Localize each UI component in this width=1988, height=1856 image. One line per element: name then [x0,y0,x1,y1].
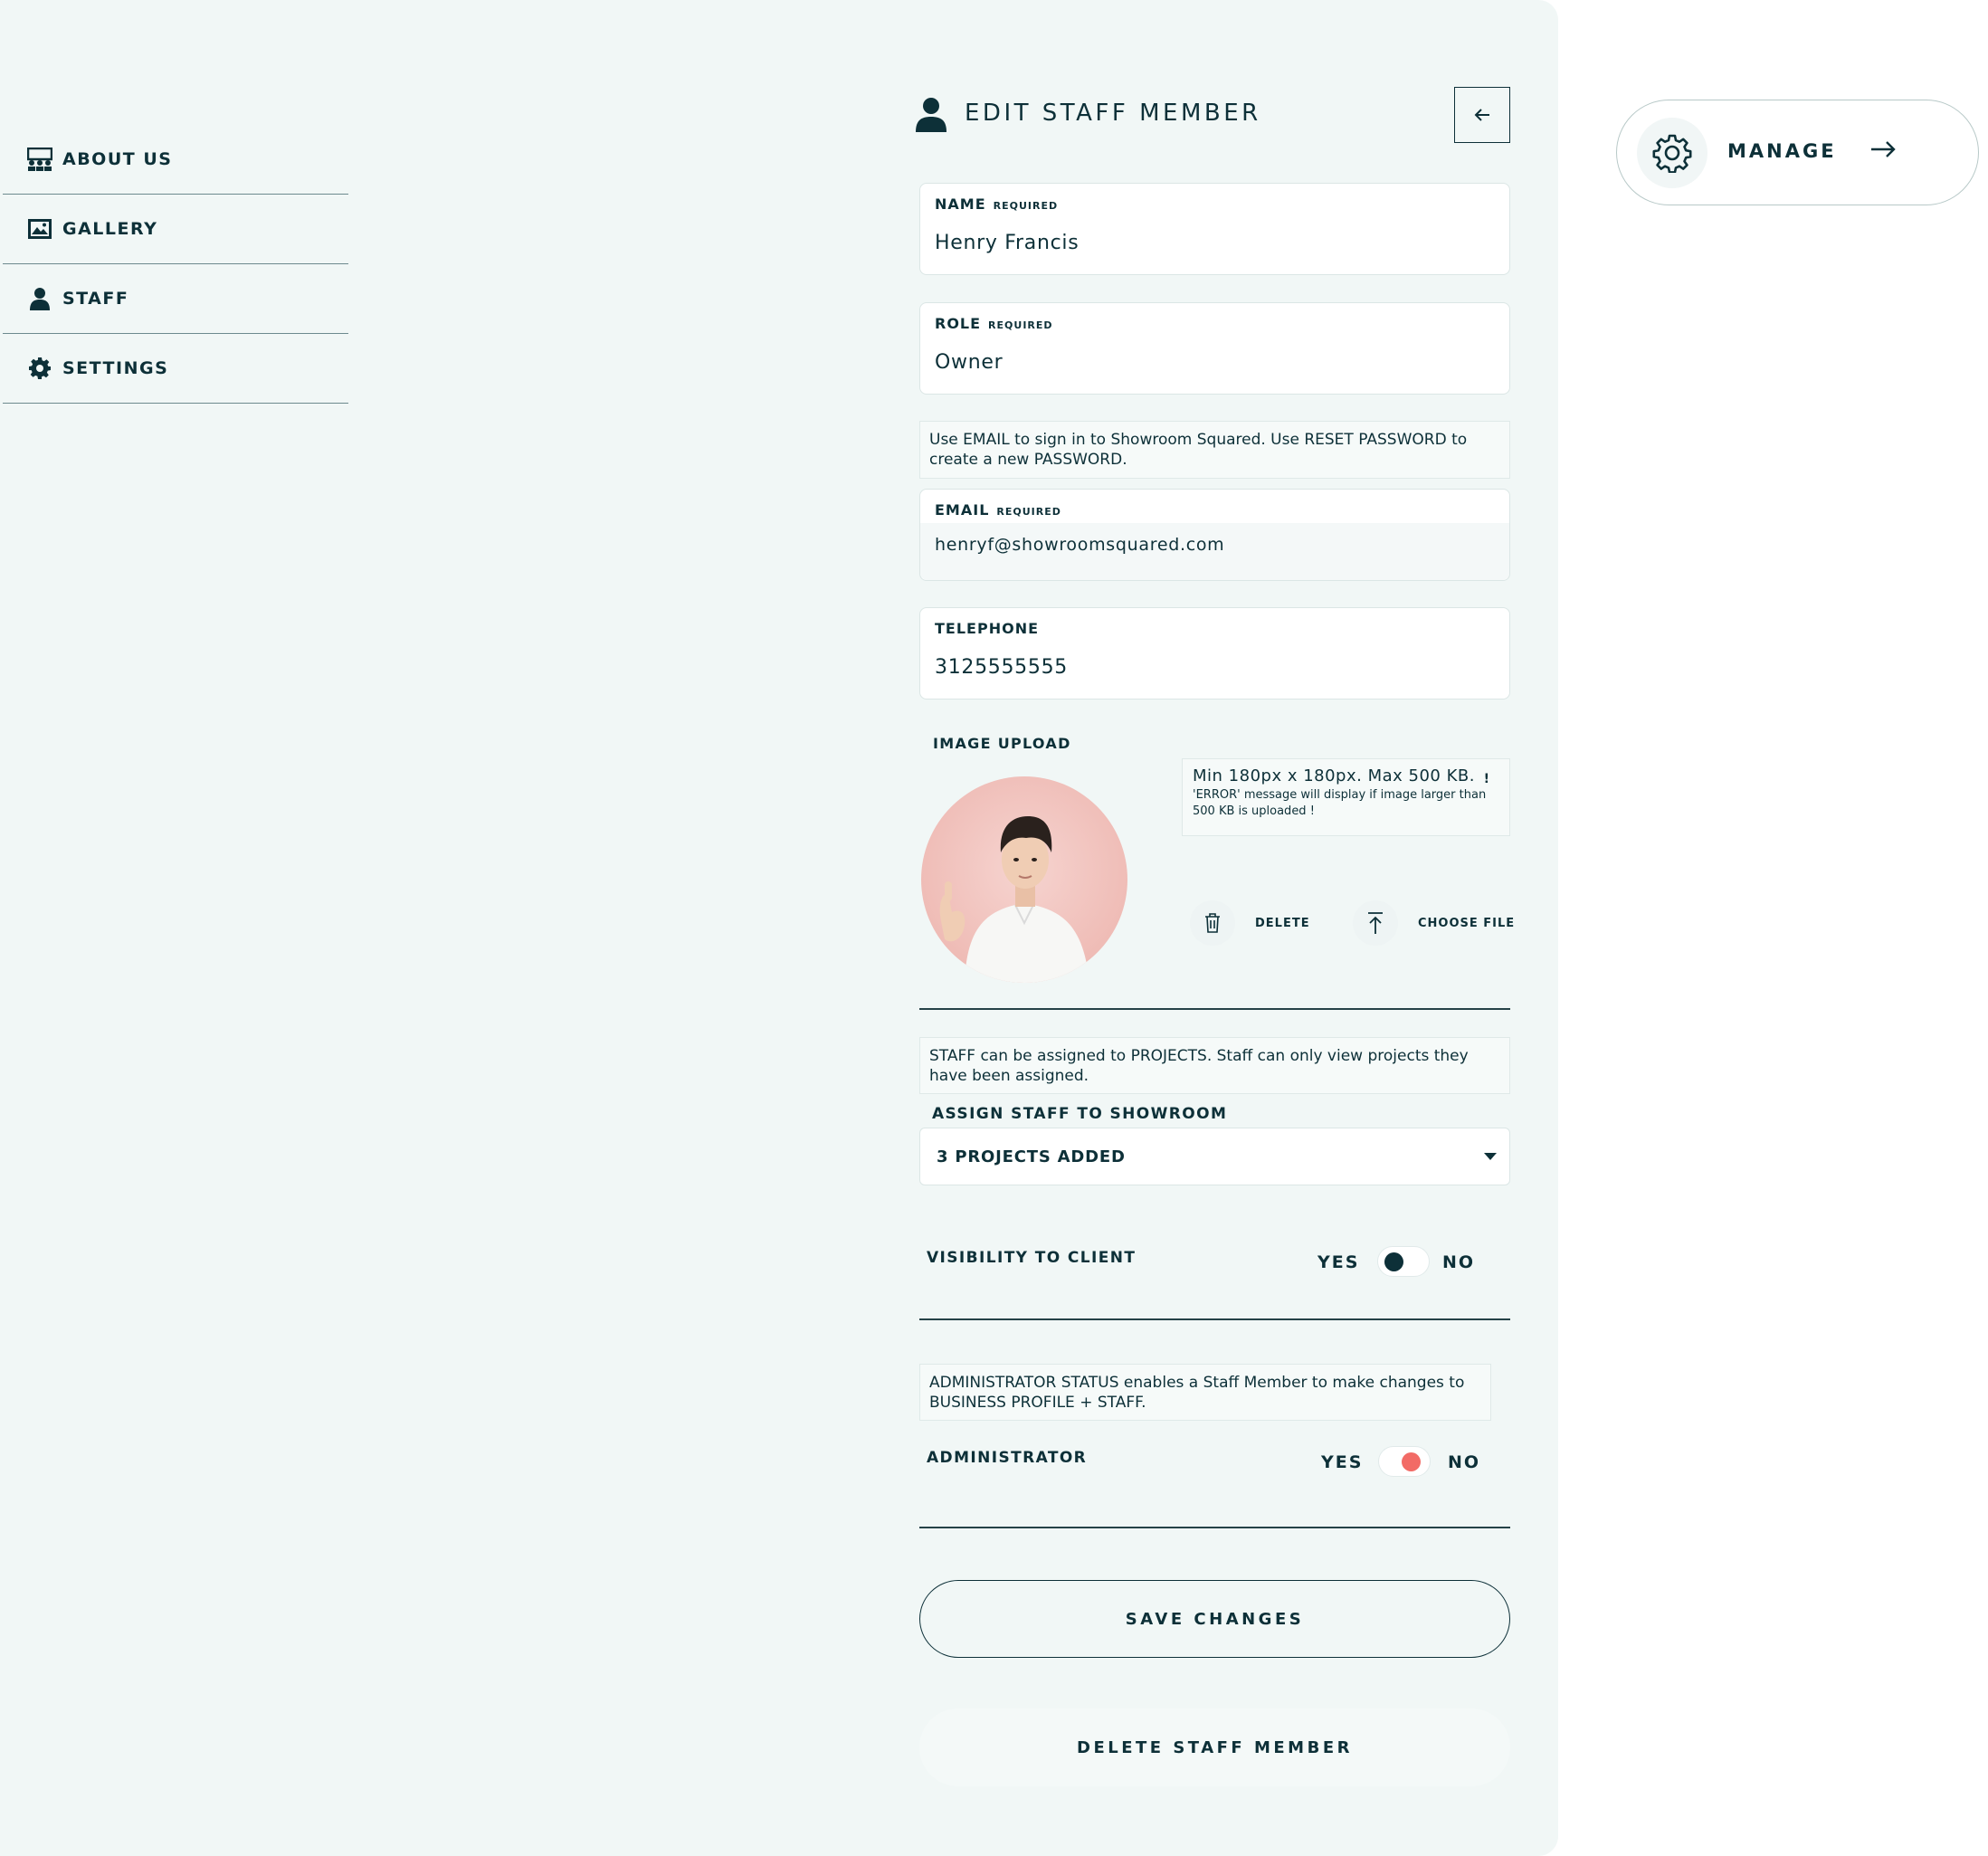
upload-error-text: 'ERROR' message will display if image la… [1193,788,1487,818]
toggle-knob [1384,1252,1403,1271]
delete-staff-label: DELETE STAFF MEMBER [1077,1737,1353,1757]
main-panel: ABOUT US GALLERY STAFF SETTINGS EDIT STA… [0,0,1558,1856]
sidebar-item-staff[interactable]: STAFF [3,264,348,334]
telephone-input[interactable] [935,656,1478,679]
administrator-label: ADMINISTRATOR [927,1449,1088,1467]
image-icon [27,216,52,242]
section-divider [919,1008,1510,1010]
upload-requirements-note: Min 180px x 180px. Max 500 KB. ! 'ERROR'… [1182,758,1510,836]
role-label: ROLE REQUIRED [935,315,1053,332]
email-help-note: Use EMAIL to sign in to Showroom Squared… [919,421,1510,479]
save-changes-button[interactable]: SAVE CHANGES [919,1580,1510,1658]
choose-file-label: CHOOSE FILE [1418,916,1516,930]
manage-button[interactable]: MANAGE [1616,100,1979,205]
gear-icon [1637,118,1707,188]
telephone-label: TELEPHONE [935,620,1040,637]
delete-staff-button[interactable]: DELETE STAFF MEMBER [919,1708,1510,1786]
save-changes-label: SAVE CHANGES [1125,1609,1305,1629]
sidebar-item-settings[interactable]: SETTINGS [3,334,348,404]
section-divider [919,1318,1510,1320]
name-label: NAME REQUIRED [935,195,1059,213]
role-field[interactable]: ROLE REQUIRED [919,302,1510,395]
telephone-field[interactable]: TELEPHONE [919,607,1510,700]
projects-selected-value: 3 PROJECTS ADDED [937,1147,1126,1166]
administrator-yes-label[interactable]: YES [1321,1452,1363,1472]
name-input[interactable] [935,232,1478,254]
caret-down-icon [1484,1153,1497,1160]
visibility-yes-label[interactable]: YES [1317,1252,1359,1272]
choose-file-button[interactable]: CHOOSE FILE [1353,900,1515,946]
image-upload-label: IMAGE UPLOAD [933,735,1071,752]
sidebar-item-gallery[interactable]: GALLERY [3,195,348,264]
person-icon [916,98,948,134]
sidebar-item-label: GALLERY [62,219,158,239]
arrow-left-icon [1474,109,1489,121]
trash-icon [1190,900,1235,946]
email-field: EMAIL REQUIRED henryf@showroomsquared.com [919,489,1510,581]
admin-help-note: ADMINISTRATOR STATUS enables a Staff Mem… [919,1364,1491,1421]
sidebar-item-about-us[interactable]: ABOUT US [3,125,348,195]
person-icon [27,286,52,311]
arrow-right-icon [1870,140,1896,162]
name-field[interactable]: NAME REQUIRED [919,183,1510,275]
visibility-toggle[interactable] [1377,1246,1430,1277]
upload-size-text: Min 180px x 180px. Max 500 KB. [1193,766,1475,785]
delete-image-button[interactable]: DELETE [1190,900,1310,946]
sidebar-item-label: SETTINGS [62,358,169,378]
visibility-label: VISIBILITY TO CLIENT [927,1249,1137,1267]
back-button[interactable] [1454,87,1510,143]
projects-dropdown[interactable]: 3 PROJECTS ADDED [919,1128,1510,1185]
toggle-knob [1402,1452,1421,1471]
section-divider [919,1527,1510,1528]
team-icon [27,147,52,172]
visibility-no-label[interactable]: NO [1442,1252,1475,1272]
upload-icon [1353,900,1398,946]
sidebar-item-label: STAFF [62,289,129,309]
manage-label: MANAGE [1727,140,1837,162]
assign-showroom-label: ASSIGN STAFF TO SHOWROOM [932,1105,1228,1123]
delete-image-label: DELETE [1255,916,1310,930]
administrator-no-label[interactable]: NO [1448,1452,1480,1472]
sidebar-item-label: ABOUT US [62,149,173,169]
staff-avatar [921,776,1127,983]
administrator-toggle[interactable] [1378,1446,1431,1477]
email-value: henryf@showroomsquared.com [935,535,1225,555]
gear-icon [27,356,52,381]
role-input[interactable] [935,351,1478,374]
page-title: EDIT STAFF MEMBER [965,100,1261,127]
email-label: EMAIL REQUIRED [935,501,1061,519]
warning-mark: ! [1483,772,1489,786]
projects-help-note: STAFF can be assigned to PROJECTS. Staff… [919,1037,1510,1094]
